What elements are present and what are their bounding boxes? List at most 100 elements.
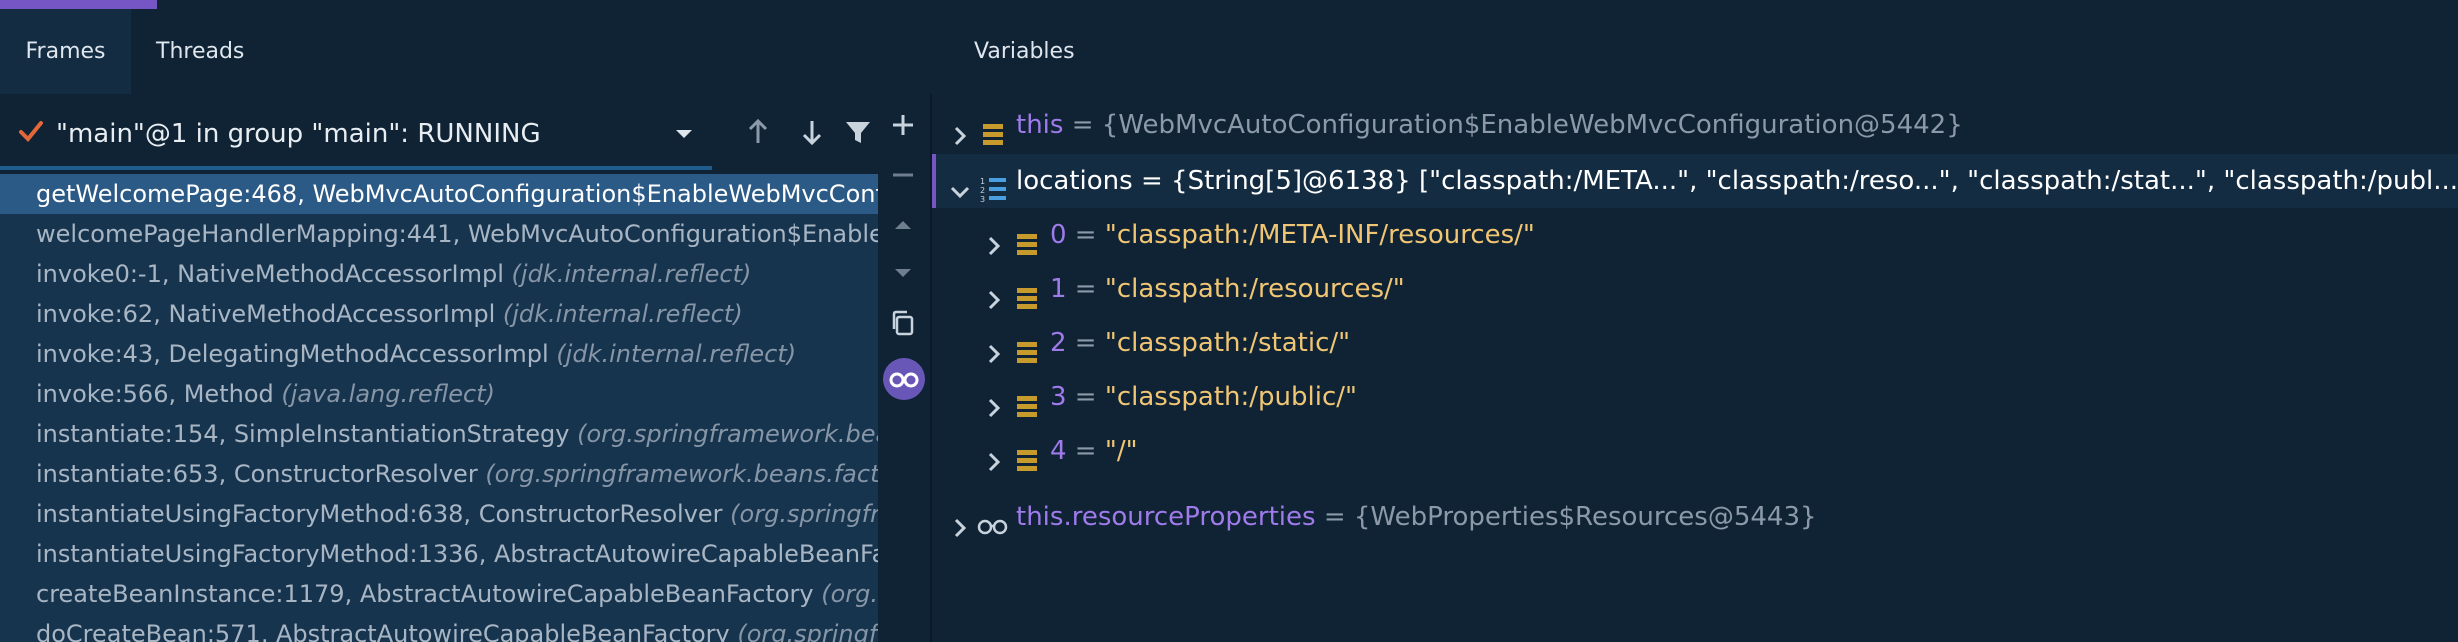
- item-index: 1: [1050, 274, 1067, 304]
- item-equals: =: [1066, 274, 1105, 304]
- debugger-panel: Frames Threads "main"@1 in group "main":…: [0, 0, 2458, 642]
- frame-method: invoke:566, Method: [36, 380, 282, 408]
- item-equals: =: [1066, 328, 1105, 358]
- arrow-up-icon[interactable]: [738, 112, 778, 152]
- item-value: "classpath:/resources/": [1104, 274, 1405, 304]
- item-equals: =: [1066, 382, 1105, 412]
- frame-package: (org.springframework.beans.factory.suppo…: [821, 580, 878, 608]
- array-item-row[interactable]: 0 = "classpath:/META-INF/resources/": [932, 208, 2458, 262]
- copy-icon[interactable]: [884, 304, 924, 344]
- variable-name: this.resourceProperties: [1016, 502, 1316, 532]
- frame-row[interactable]: welcomePageHandlerMapping:441, WebMvcAut…: [0, 214, 878, 254]
- item-value: "classpath:/META-INF/resources/": [1104, 220, 1535, 250]
- frame-method: createBeanInstance:1179, AbstractAutowir…: [36, 580, 822, 608]
- frame-row[interactable]: instantiateUsingFactoryMethod:638, Const…: [0, 494, 878, 534]
- variables-title: Variables: [974, 39, 1075, 64]
- svg-text:2: 2: [980, 186, 985, 195]
- frames-list: getWelcomePage:468, WebMvcAutoConfigurat…: [0, 174, 878, 642]
- array-item-row[interactable]: 1 = "classpath:/resources/": [932, 262, 2458, 316]
- frame-row[interactable]: invoke0:-1, NativeMethodAccessorImpl (jd…: [0, 254, 878, 294]
- chevron-down-icon[interactable]: [672, 122, 696, 146]
- variables-toolbar: [878, 94, 930, 642]
- frames-pane: Frames Threads "main"@1 in group "main":…: [0, 0, 878, 642]
- triangle-up-icon[interactable]: [884, 206, 924, 246]
- glasses-icon[interactable]: [883, 358, 925, 400]
- item-equals: =: [1066, 436, 1105, 466]
- chevron-right-icon[interactable]: [982, 277, 1006, 310]
- string-field-icon: [1014, 438, 1040, 471]
- frame-package: (org.springframework.beans.factory.suppo…: [730, 500, 878, 528]
- frame-method: instantiate:154, SimpleInstantiationStra…: [36, 420, 578, 448]
- variable-row-resource-properties[interactable]: this.resourceProperties = {WebProperties…: [932, 490, 2458, 544]
- frame-method: invoke:43, DelegatingMethodAccessorImpl: [36, 340, 557, 368]
- string-field-icon: [1014, 330, 1040, 363]
- triangle-down-icon[interactable]: [884, 254, 924, 294]
- watch-glasses-icon: [976, 504, 1010, 535]
- frame-package: (java.lang.reflect): [281, 380, 495, 408]
- frame-row[interactable]: instantiateUsingFactoryMethod:1336, Abst…: [0, 534, 878, 574]
- array-item-row[interactable]: 3 = "classpath:/public/": [932, 370, 2458, 424]
- item-value: "/": [1104, 436, 1138, 466]
- frame-package: (org.springframework.beans.factory.suppo…: [485, 460, 878, 488]
- minus-icon[interactable]: [884, 156, 924, 196]
- frame-row[interactable]: doCreateBean:571, AbstractAutowireCapabl…: [0, 614, 878, 642]
- variable-value: {WebProperties$Resources@5443}: [1353, 502, 1817, 532]
- chevron-right-icon[interactable]: [948, 113, 972, 146]
- variable-name: locations: [1016, 166, 1133, 196]
- variable-value: {WebMvcAutoConfiguration$EnableWebMvcCon…: [1101, 110, 1963, 140]
- frame-row[interactable]: invoke:43, DelegatingMethodAccessorImpl …: [0, 334, 878, 374]
- chevron-right-icon[interactable]: [982, 439, 1006, 472]
- frame-package: (jdk.internal.reflect): [502, 300, 743, 328]
- string-field-icon: [1014, 384, 1040, 417]
- variable-name: this: [1016, 110, 1064, 140]
- frame-package: (org.springframework.beans.factory.suppo…: [737, 620, 878, 642]
- arrow-down-icon[interactable]: [792, 112, 832, 152]
- frame-method: instantiate:653, ConstructorResolver: [36, 460, 486, 488]
- filter-icon[interactable]: [838, 112, 878, 152]
- string-field-icon: [1014, 276, 1040, 309]
- chevron-down-icon[interactable]: [948, 169, 972, 199]
- variable-row-this[interactable]: this = {WebMvcAutoConfiguration$EnableWe…: [932, 98, 2458, 152]
- chevron-right-icon[interactable]: [982, 331, 1006, 364]
- frame-row[interactable]: createBeanInstance:1179, AbstractAutowir…: [0, 574, 878, 614]
- frame-method: doCreateBean:571, AbstractAutowireCapabl…: [36, 620, 738, 642]
- variable-row-locations[interactable]: 123 locations = {String[5]@6138} ["class…: [936, 154, 2458, 208]
- item-value: "classpath:/public/": [1104, 382, 1357, 412]
- thread-label: "main"@1 in group "main": RUNNING: [56, 119, 541, 149]
- item-equals: =: [1066, 220, 1105, 250]
- plus-icon[interactable]: [884, 106, 924, 146]
- string-field-icon: [1014, 222, 1040, 255]
- tab-bar: Frames Threads: [0, 0, 878, 94]
- array-item-row[interactable]: 4 = "/": [932, 424, 2458, 478]
- frame-package: (org.springframework.beans.factory.suppo…: [577, 420, 878, 448]
- checkmark-icon: [18, 118, 46, 146]
- item-index: 2: [1050, 328, 1067, 358]
- tab-threads[interactable]: Threads: [156, 0, 244, 94]
- svg-text:1: 1: [980, 177, 985, 186]
- frame-method: instantiateUsingFactoryMethod:638, Const…: [36, 500, 731, 528]
- variable-equals: =: [1315, 502, 1354, 532]
- frame-row[interactable]: instantiate:154, SimpleInstantiationStra…: [0, 414, 878, 454]
- chevron-right-icon[interactable]: [982, 385, 1006, 418]
- thread-selector[interactable]: "main"@1 in group "main": RUNNING: [0, 98, 878, 170]
- item-index: 4: [1050, 436, 1067, 466]
- chevron-right-icon[interactable]: [948, 505, 972, 538]
- frame-method: welcomePageHandlerMapping:441, WebMvcAut…: [36, 220, 878, 248]
- variable-equals: =: [1132, 166, 1172, 196]
- frame-method: invoke0:-1, NativeMethodAccessorImpl: [36, 260, 512, 288]
- frame-method: instantiateUsingFactoryMethod:1336, Abst…: [36, 540, 878, 568]
- frame-row[interactable]: instantiate:653, ConstructorResolver (or…: [0, 454, 878, 494]
- frame-row[interactable]: invoke:566, Method (java.lang.reflect): [0, 374, 878, 414]
- item-index: 0: [1050, 220, 1067, 250]
- item-value: "classpath:/static/": [1104, 328, 1351, 358]
- item-index: 3: [1050, 382, 1067, 412]
- thread-selector-underline: [0, 166, 712, 170]
- array-item-row[interactable]: 2 = "classpath:/static/": [932, 316, 2458, 370]
- frame-package: (jdk.internal.reflect): [511, 260, 752, 288]
- tab-frames[interactable]: Frames: [0, 0, 157, 94]
- variable-equals: =: [1063, 110, 1102, 140]
- frame-package: (jdk.internal.reflect): [556, 340, 797, 368]
- frame-row[interactable]: invoke:62, NativeMethodAccessorImpl (jdk…: [0, 294, 878, 334]
- chevron-right-icon[interactable]: [982, 223, 1006, 256]
- frame-row[interactable]: getWelcomePage:468, WebMvcAutoConfigurat…: [0, 174, 878, 214]
